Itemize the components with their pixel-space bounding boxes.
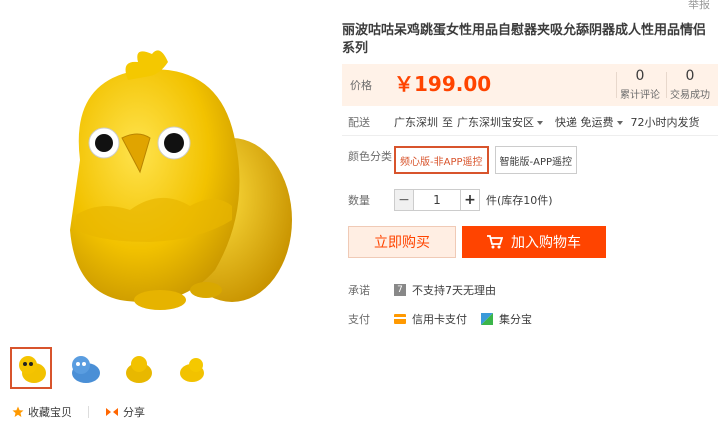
payment-jifenbao: 集分宝: [499, 313, 532, 326]
credit-card-icon: [394, 313, 406, 325]
payment-credit-card: 信用卡支付: [412, 313, 467, 326]
color-option-standard[interactable]: 频心版-非APP遥控: [394, 146, 489, 174]
shipping-label: 配送: [348, 116, 370, 129]
reviews-stat[interactable]: 0 累计评论: [618, 68, 662, 101]
yellow-chick-back-thumb-icon: [180, 358, 204, 382]
shipping-destination-select[interactable]: 广东深圳宝安区: [457, 114, 543, 130]
shipping-from: 广东深圳: [394, 116, 438, 129]
share-label: 分享: [123, 406, 145, 419]
sales-stat: 0 交易成功: [668, 68, 712, 101]
thumbnail-yellow-chick[interactable]: [10, 347, 52, 389]
stat-divider: [616, 72, 617, 98]
actions-divider: [88, 406, 89, 418]
promise-row: 承诺 7 不支持7天无理由: [342, 282, 496, 298]
star-icon: [12, 406, 24, 417]
shipping-row: 配送 广东深圳 至 广东深圳宝安区 快递 免运费 72小时内发货: [342, 114, 700, 130]
thumbnail-yellow-chick-side[interactable]: [118, 347, 160, 389]
chevron-down-icon: [537, 121, 543, 125]
reviews-count: 0: [635, 68, 645, 84]
jifenbao-icon: [481, 313, 493, 325]
sales-count: 0: [685, 68, 695, 84]
product-title: 丽波咕咕呆鸡跳蛋女性用品自慰器夹吸允舔阴器成人性用品情侣系列: [342, 23, 707, 56]
quantity-increment-button[interactable]: +: [460, 189, 480, 211]
color-option-smart[interactable]: 智能版-APP遥控: [494, 146, 578, 174]
color-options: 频心版-非APP遥控 智能版-APP遥控: [394, 146, 583, 174]
stat-divider: [666, 72, 667, 98]
payment-row: 支付 信用卡支付 集分宝: [342, 311, 532, 327]
buy-now-button[interactable]: 立即购买: [348, 226, 456, 258]
quantity-stepper: − 1 +: [394, 189, 480, 211]
blue-chick-thumb-icon: [72, 356, 100, 383]
quantity-decrement-button[interactable]: −: [394, 189, 414, 211]
shipping-to-word: 至: [442, 116, 453, 129]
main-product-image: [10, 10, 330, 330]
promise-text: 不支持7天无理由: [412, 284, 496, 297]
report-link[interactable]: 举报: [688, 0, 710, 12]
thumbnail-yellow-chick-back[interactable]: [172, 347, 214, 389]
quantity-input[interactable]: 1: [414, 189, 460, 211]
thumbnail-blue-chick[interactable]: [64, 347, 106, 389]
share-button[interactable]: 分享: [105, 404, 145, 420]
yellow-chick-image: [70, 50, 292, 310]
color-label: 颜色分类: [348, 150, 392, 163]
promise-label: 承诺: [348, 284, 370, 297]
quantity-label: 数量: [348, 194, 370, 207]
price-label: 价格: [350, 79, 372, 92]
yellow-chick-side-thumb-icon: [126, 356, 152, 383]
seven-day-icon: 7: [394, 284, 406, 296]
yellow-chick-thumb-icon: [19, 356, 46, 383]
shipping-destination: 广东深圳宝安区: [457, 116, 534, 129]
favorite-label: 收藏宝贝: [28, 406, 72, 419]
color-row: 颜色分类 频心版-非APP遥控 智能版-APP遥控: [342, 146, 583, 174]
shipping-method: 快递 免运费: [555, 116, 614, 129]
share-icon: [106, 408, 118, 416]
shipping-eta: 72小时内发货: [630, 116, 700, 129]
cart-icon: [487, 235, 503, 249]
product-actions: 收藏宝贝 分享: [12, 404, 145, 420]
reviews-label: 累计评论: [620, 90, 660, 101]
favorite-button[interactable]: 收藏宝贝: [12, 404, 72, 420]
chevron-down-icon: [616, 121, 623, 125]
add-to-cart-label: 加入购物车: [511, 235, 581, 251]
price-value: ￥199.00: [394, 72, 492, 96]
add-to-cart-button[interactable]: 加入购物车: [462, 226, 606, 258]
quantity-row: 数量 − 1 + 件(库存10件): [342, 189, 553, 211]
shipping-method-select[interactable]: 快递 免运费: [555, 114, 623, 130]
section-divider: [342, 135, 718, 136]
price-box: 价格 ￥199.00 0 累计评论 0 交易成功: [342, 64, 718, 106]
sales-label: 交易成功: [670, 90, 710, 101]
thumbnail-strip: [10, 347, 226, 389]
stock-text: 件(库存10件): [486, 194, 553, 207]
payment-label: 支付: [348, 313, 370, 326]
